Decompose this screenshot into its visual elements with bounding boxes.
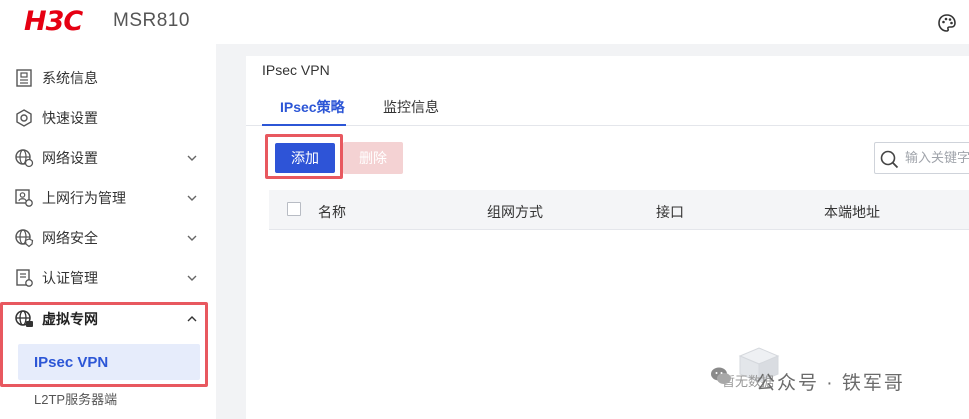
sidebar: 系统信息 快速设置 网络设置 上网行为管理 网络安全 认证管理 虚拟专网 IPs… bbox=[0, 44, 216, 419]
logo-text: H3C bbox=[24, 5, 83, 37]
search-input[interactable] bbox=[905, 150, 969, 165]
chevron-down-icon bbox=[187, 155, 197, 161]
sidebar-item-virtual-private-network[interactable]: 虚拟专网 bbox=[0, 299, 216, 339]
sidebar-item-system-info[interactable]: 系统信息 bbox=[0, 58, 216, 98]
breadcrumb-bar: IPsec VPN bbox=[246, 56, 969, 84]
sidebar-subitem-l2tp-server[interactable]: L2TP服务器端 bbox=[18, 380, 200, 416]
palette-icon[interactable] bbox=[937, 13, 957, 33]
sidebar-item-label: 系统信息 bbox=[42, 70, 98, 86]
globe-vpn-icon bbox=[15, 310, 33, 327]
sidebar-item-label: 网络设置 bbox=[42, 150, 98, 166]
tab-monitor-info[interactable]: 监控信息 bbox=[383, 97, 439, 117]
sidebar-item-network-security[interactable]: 网络安全 bbox=[0, 218, 216, 258]
wechat-icon bbox=[711, 367, 731, 384]
column-header-interface[interactable]: 接口 bbox=[656, 202, 684, 222]
system-info-icon bbox=[16, 69, 32, 87]
sidebar-item-label: 上网行为管理 bbox=[42, 190, 126, 206]
globe-shield-icon bbox=[15, 229, 34, 248]
h3c-logo: H3C bbox=[24, 5, 83, 37]
header: H3C MSR810 bbox=[0, 0, 969, 44]
device-model: MSR810 bbox=[113, 10, 190, 31]
watermark-text: 公众号 · 铁军哥 bbox=[756, 373, 905, 394]
chevron-down-icon bbox=[187, 275, 197, 281]
sidebar-subitem-label: IPsec VPN bbox=[34, 353, 109, 371]
sidebar-subitem-ipsec-vpn[interactable]: IPsec VPN bbox=[18, 344, 200, 380]
sidebar-item-label: 虚拟专网 bbox=[42, 311, 98, 327]
tab-ipsec-policy[interactable]: IPsec策略 bbox=[280, 97, 345, 117]
breadcrumb: IPsec VPN bbox=[262, 62, 330, 78]
delete-button[interactable]: 删除 bbox=[343, 142, 403, 174]
sidebar-subitem-label: L2TP服务器端 bbox=[34, 391, 118, 407]
select-all-checkbox[interactable] bbox=[287, 202, 301, 216]
add-button[interactable]: 添加 bbox=[275, 143, 335, 173]
sidebar-item-quick-setup[interactable]: 快速设置 bbox=[0, 98, 216, 138]
watermark: 公众号 · 铁军哥 bbox=[710, 365, 903, 394]
chevron-down-icon bbox=[187, 195, 197, 201]
auth-icon bbox=[16, 269, 33, 287]
tab-bar: IPsec策略 监控信息 bbox=[246, 84, 969, 126]
column-header-name[interactable]: 名称 bbox=[318, 202, 346, 222]
sidebar-item-behavior-management[interactable]: 上网行为管理 bbox=[0, 178, 216, 218]
column-header-network-mode[interactable]: 组网方式 bbox=[487, 202, 543, 222]
sidebar-item-label: 网络安全 bbox=[42, 230, 98, 246]
sidebar-item-label: 认证管理 bbox=[42, 270, 98, 286]
column-header-local-address[interactable]: 本端地址 bbox=[824, 202, 880, 222]
chevron-down-icon bbox=[187, 235, 197, 241]
table-header: 名称 组网方式 接口 本端地址 bbox=[269, 190, 969, 230]
sidebar-item-network-settings[interactable]: 网络设置 bbox=[0, 138, 216, 178]
hexagon-icon bbox=[16, 109, 32, 127]
globe-gear-icon bbox=[15, 149, 34, 168]
search-box[interactable] bbox=[874, 142, 969, 174]
sidebar-item-auth-management[interactable]: 认证管理 bbox=[0, 258, 216, 298]
chevron-up-icon bbox=[187, 316, 197, 322]
sidebar-item-label: 快速设置 bbox=[42, 110, 98, 126]
behavior-icon bbox=[15, 189, 33, 207]
active-tab-indicator bbox=[262, 124, 346, 126]
search-icon bbox=[880, 150, 899, 169]
